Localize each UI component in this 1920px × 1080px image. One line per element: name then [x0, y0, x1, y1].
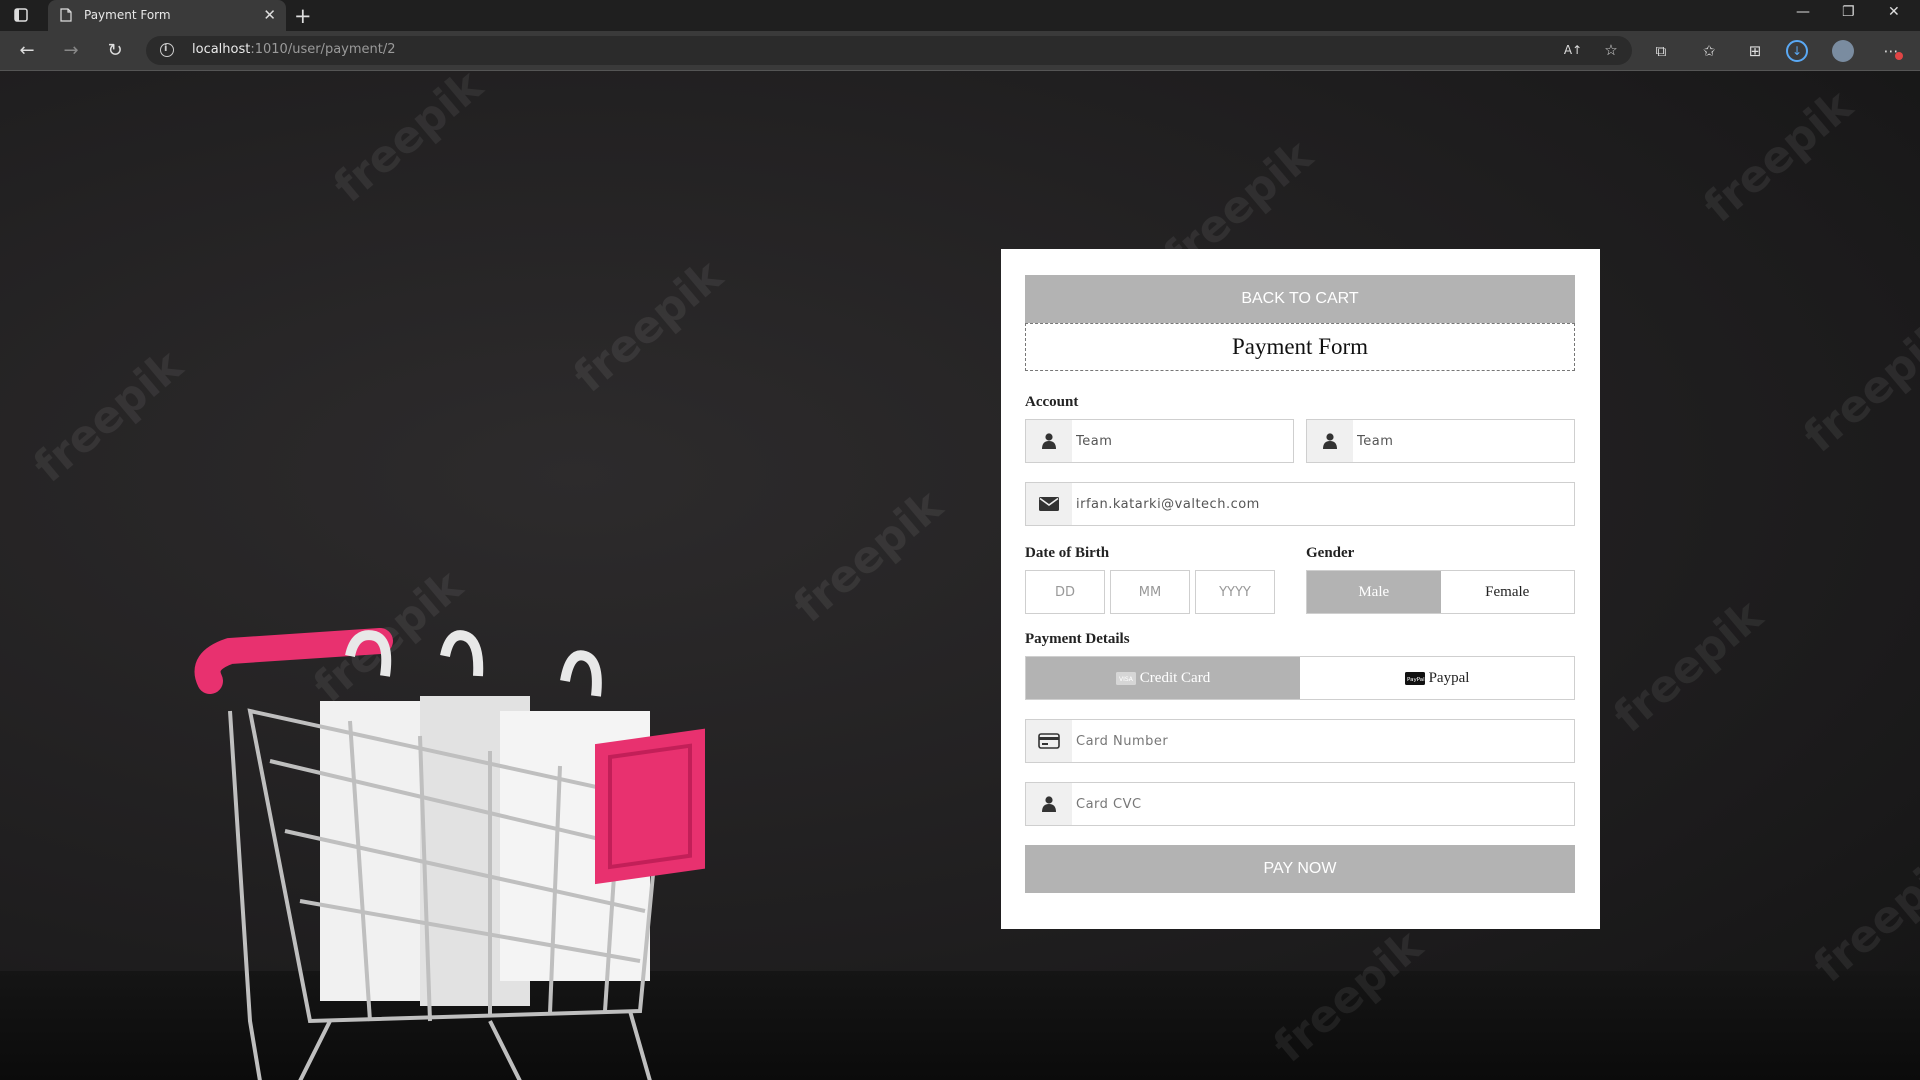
profile-avatar-icon[interactable]: [1832, 40, 1854, 62]
tab-strip: Payment Form ✕ + — ❐ ✕: [0, 0, 1920, 31]
address-bar-row: ← → ↻ localhost:1010/user/payment/2 A↑ ☆…: [0, 31, 1920, 71]
dob-day-input[interactable]: [1025, 570, 1105, 614]
gender-male-option[interactable]: Male: [1307, 571, 1441, 613]
payment-details-label: Payment Details: [1025, 631, 1130, 647]
reload-icon[interactable]: ↻: [104, 40, 126, 62]
user-icon: [1307, 420, 1353, 462]
favorites-icon[interactable]: ✩: [1698, 40, 1720, 62]
email-input[interactable]: [1072, 483, 1574, 525]
watermark: freepik: [24, 340, 193, 493]
watermark: freepik: [1794, 310, 1920, 463]
watermark: freepik: [784, 480, 953, 633]
last-name-input[interactable]: [1353, 420, 1574, 462]
tab-actions-icon[interactable]: [14, 8, 28, 22]
credit-card-option[interactable]: VISA Credit Card: [1026, 657, 1300, 699]
downloads-icon[interactable]: ↓: [1786, 40, 1808, 62]
pay-now-button[interactable]: PAY NOW: [1025, 845, 1575, 893]
watermark: freepik: [1694, 80, 1863, 233]
back-arrow-icon[interactable]: ←: [16, 40, 38, 62]
read-aloud-icon[interactable]: A↑: [1562, 39, 1584, 61]
credit-card-icon: [1026, 720, 1072, 762]
first-name-input[interactable]: [1072, 420, 1293, 462]
gender-female-option[interactable]: Female: [1441, 571, 1575, 613]
tab-payment-form[interactable]: Payment Form ✕: [48, 0, 286, 31]
payment-card: BACK TO CART Payment Form Account Team T…: [1001, 249, 1600, 929]
first-name-group: [1025, 419, 1294, 463]
visa-icon: VISA: [1115, 671, 1136, 685]
gender-toggle: Male Female: [1306, 570, 1575, 614]
dob-month-input[interactable]: [1110, 570, 1190, 614]
new-tab-icon[interactable]: +: [294, 4, 312, 28]
paypal-option[interactable]: PayPal Paypal: [1300, 657, 1574, 699]
page-icon: [60, 8, 72, 22]
envelope-icon: [1026, 483, 1072, 525]
form-title: Payment Form: [1025, 323, 1575, 371]
restore-icon[interactable]: ❐: [1842, 4, 1855, 20]
svg-text:PayPal: PayPal: [1407, 677, 1425, 683]
extensions-icon[interactable]: ⧉: [1650, 40, 1672, 62]
card-cvc-group: [1025, 782, 1575, 826]
add-favorite-icon[interactable]: ☆: [1600, 39, 1622, 61]
last-name-group: [1306, 419, 1575, 463]
url-text[interactable]: localhost:1010/user/payment/2: [192, 42, 396, 57]
account-label: Account: [1025, 394, 1079, 410]
minimize-icon[interactable]: —: [1796, 4, 1810, 20]
card-number-input[interactable]: [1072, 720, 1574, 762]
svg-text:VISA: VISA: [1119, 676, 1134, 683]
paypal-icon: PayPal: [1404, 671, 1425, 685]
user-icon: [1026, 783, 1072, 825]
dob-label: Date of Birth: [1025, 545, 1110, 561]
site-info-icon[interactable]: [160, 43, 174, 57]
card-cvc-input[interactable]: [1072, 783, 1574, 825]
gender-label: Gender: [1306, 545, 1355, 561]
paypal-label: Paypal: [1428, 669, 1470, 686]
tab-close-icon[interactable]: ✕: [263, 6, 276, 24]
watermark: freepik: [1604, 590, 1773, 743]
back-to-cart-button[interactable]: BACK TO CART: [1025, 275, 1575, 323]
email-group: [1025, 482, 1575, 526]
close-window-icon[interactable]: ✕: [1888, 4, 1900, 20]
url-bar[interactable]: localhost:1010/user/payment/2 A↑ ☆: [146, 36, 1632, 65]
dob-year-input[interactable]: [1195, 570, 1275, 614]
browser-window: Payment Form ✕ + — ❐ ✕ ← → ↻ localhost:1…: [0, 0, 1920, 1080]
payment-method-toggle: VISA Credit Card PayPal Paypal: [1025, 656, 1575, 700]
tab-title: Payment Form: [84, 8, 171, 22]
watermark: freepik: [1804, 840, 1920, 993]
watermark: freepik: [324, 71, 493, 213]
notification-badge: [1895, 52, 1903, 60]
shopping-cart-image: [194, 628, 705, 1080]
watermark: freepik: [564, 250, 733, 403]
card-number-group: [1025, 719, 1575, 763]
page-background: freepik freepik freepik freepik freepik …: [0, 71, 1920, 1080]
forward-arrow-icon[interactable]: →: [60, 40, 82, 62]
credit-card-label: Credit Card: [1139, 669, 1211, 686]
user-icon: [1026, 420, 1072, 462]
collections-icon[interactable]: ⊞: [1744, 40, 1766, 62]
